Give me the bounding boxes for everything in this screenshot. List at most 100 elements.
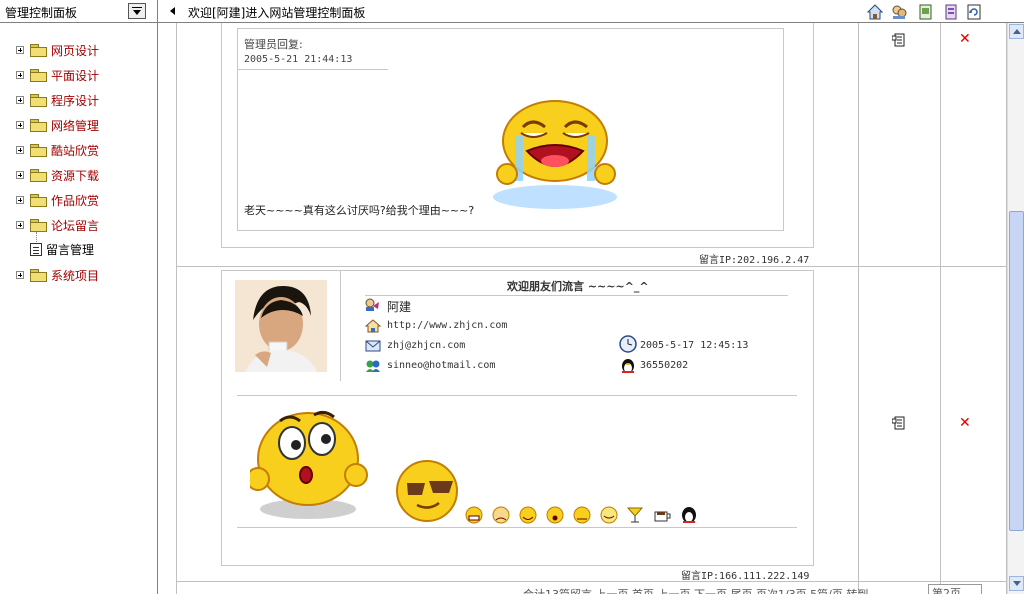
folder-icon bbox=[30, 69, 47, 82]
document-icon[interactable] bbox=[943, 4, 959, 20]
column-divider bbox=[176, 23, 177, 594]
expand-icon[interactable] bbox=[16, 221, 24, 229]
column-divider bbox=[858, 23, 859, 594]
reply-icon[interactable] bbox=[892, 416, 906, 430]
home-icon[interactable] bbox=[867, 4, 883, 20]
surprised-emoticon-icon bbox=[250, 410, 368, 519]
content-bottom-divider bbox=[237, 527, 797, 528]
top-bar: 欢迎[阿建]进入网站管理控制面板 bbox=[158, 0, 1024, 23]
folder-icon bbox=[30, 119, 47, 132]
tree-item-label: 网页设计 bbox=[51, 43, 100, 58]
refresh-icon[interactable] bbox=[966, 4, 982, 20]
tree-item-label: 留言管理 bbox=[46, 242, 95, 257]
crying-emoticon-icon bbox=[493, 100, 617, 209]
expand-icon[interactable] bbox=[16, 196, 24, 204]
notebook-icon[interactable] bbox=[918, 4, 934, 20]
expand-icon[interactable] bbox=[16, 71, 24, 79]
left-panel-header: 管理控制面板 bbox=[0, 0, 157, 23]
qq-number: 36550202 bbox=[640, 360, 689, 371]
expand-icon[interactable] bbox=[16, 271, 24, 279]
emoticon-row bbox=[465, 506, 696, 524]
pagination-bar: 合计13篇留言 上一页 首页 上一页 下一页 尾页 页次1/3页 5篇/页 转到… bbox=[158, 582, 1007, 594]
tree-item-forum[interactable]: 论坛留言 bbox=[16, 216, 99, 234]
column-divider bbox=[940, 23, 941, 594]
message-ip: 留言IP:166.111.222.149 bbox=[681, 571, 810, 582]
expand-icon[interactable] bbox=[16, 146, 24, 154]
author-name: 阿建 bbox=[387, 300, 412, 314]
expand-icon[interactable] bbox=[16, 171, 24, 179]
reply-divider bbox=[238, 69, 388, 70]
cool-sunglasses-emoticon-icon bbox=[396, 460, 458, 522]
tree-item-cool-sites[interactable]: 酷站欣赏 bbox=[16, 141, 99, 159]
reply-title: 管理员回复: bbox=[244, 38, 303, 51]
reply-icon[interactable] bbox=[892, 33, 906, 47]
tree-item-network[interactable]: 网络管理 bbox=[16, 116, 99, 134]
tree-item-label: 程序设计 bbox=[51, 93, 100, 108]
post-time: 2005-5-17 12:45:13 bbox=[640, 340, 749, 351]
email-icon[interactable] bbox=[365, 339, 381, 353]
avatar bbox=[235, 280, 327, 372]
tree-item-web-design[interactable]: 网页设计 bbox=[16, 41, 99, 59]
message-list: 管理员回复: 2005-5-21 21:44:13 老天~~~~真有这么讨厌吗?… bbox=[158, 23, 1007, 594]
penguin-icon bbox=[682, 507, 696, 523]
tree-item-label: 系统项目 bbox=[51, 268, 100, 283]
avatar-divider bbox=[340, 271, 341, 381]
subject-divider bbox=[365, 295, 788, 296]
collapse-dropdown-button[interactable] bbox=[128, 3, 146, 19]
scroll-up-button[interactable] bbox=[1009, 24, 1024, 39]
happy-emoticon-icon bbox=[600, 506, 618, 524]
page-jump-select[interactable]: 第2页 bbox=[928, 584, 982, 594]
folder-icon bbox=[30, 94, 47, 107]
back-arrow-icon[interactable] bbox=[170, 7, 175, 15]
content-divider bbox=[237, 395, 797, 396]
tree-item-label: 资源下载 bbox=[51, 168, 100, 183]
folder-icon bbox=[30, 269, 47, 282]
pagination-text[interactable]: 合计13篇留言 上一页 首页 上一页 下一页 尾页 页次1/3页 5篇/页 转到 bbox=[523, 586, 868, 594]
msn-address: sinneo@hotmail.com bbox=[387, 360, 496, 371]
email-link[interactable]: zhj@zhjcn.com bbox=[387, 340, 465, 351]
tree-item-message-manage[interactable]: 留言管理 bbox=[30, 240, 94, 258]
scroll-down-button[interactable] bbox=[1009, 576, 1024, 591]
folder-icon bbox=[30, 219, 47, 232]
message-text: 老天~~~~真有这么讨厌吗?给我个理由~~~? bbox=[244, 204, 475, 217]
user-icon bbox=[365, 298, 379, 311]
clock-icon bbox=[619, 335, 637, 353]
admin-reply-box: 管理员回复: 2005-5-21 21:44:13 老天~~~~真有这么讨厌吗?… bbox=[237, 28, 784, 231]
users-icon[interactable] bbox=[891, 4, 907, 20]
message-subject: 欢迎朋友们流言 ~~~~^_^ bbox=[507, 280, 649, 293]
delete-icon[interactable]: ✕ bbox=[959, 415, 971, 431]
expand-icon[interactable] bbox=[16, 96, 24, 104]
document-icon bbox=[30, 242, 42, 256]
tree-item-label: 平面设计 bbox=[51, 68, 100, 83]
folder-icon bbox=[30, 194, 47, 207]
tree-item-downloads[interactable]: 资源下载 bbox=[16, 166, 99, 184]
shocked-emoticon-icon bbox=[546, 506, 564, 524]
delete-icon[interactable]: ✕ bbox=[959, 31, 971, 47]
msn-icon bbox=[366, 360, 380, 372]
folder-icon bbox=[30, 44, 47, 57]
tree-item-system[interactable]: 系统项目 bbox=[16, 266, 99, 284]
homepage-link[interactable]: http://www.zhjcn.com bbox=[387, 320, 507, 331]
tree-item-label: 论坛留言 bbox=[51, 218, 100, 233]
thinking-emoticon-icon bbox=[573, 506, 591, 524]
expand-icon[interactable] bbox=[16, 121, 24, 129]
tree-item-graphic-design[interactable]: 平面设计 bbox=[16, 66, 99, 84]
scrollbar-thumb[interactable] bbox=[1009, 211, 1024, 531]
homepage-icon[interactable] bbox=[365, 319, 381, 333]
welcome-text: 欢迎[阿建]进入网站管理控制面板 bbox=[188, 6, 366, 20]
reply-date: 2005-5-21 21:44:13 bbox=[244, 54, 353, 65]
folder-icon bbox=[30, 169, 47, 182]
tree-item-label: 作品欣赏 bbox=[51, 193, 100, 208]
vertical-scrollbar[interactable] bbox=[1007, 23, 1024, 594]
message-card: 欢迎朋友们流言 ~~~~^_^ 阿建 http://www.zhjcn.com … bbox=[221, 270, 814, 566]
smile-emoticon-icon bbox=[519, 506, 537, 524]
tree-item-label: 网络管理 bbox=[51, 118, 100, 133]
message-card: 管理员回复: 2005-5-21 21:44:13 老天~~~~真有这么讨厌吗?… bbox=[221, 23, 814, 248]
tree-item-label: 酷站欣赏 bbox=[51, 143, 100, 158]
expand-icon[interactable] bbox=[16, 46, 24, 54]
tree-item-works[interactable]: 作品欣赏 bbox=[16, 191, 99, 209]
grin-emoticon-icon bbox=[465, 506, 483, 524]
tree-item-programming[interactable]: 程序设计 bbox=[16, 91, 99, 109]
row-divider bbox=[176, 266, 1007, 267]
sad-emoticon-icon bbox=[492, 506, 510, 524]
